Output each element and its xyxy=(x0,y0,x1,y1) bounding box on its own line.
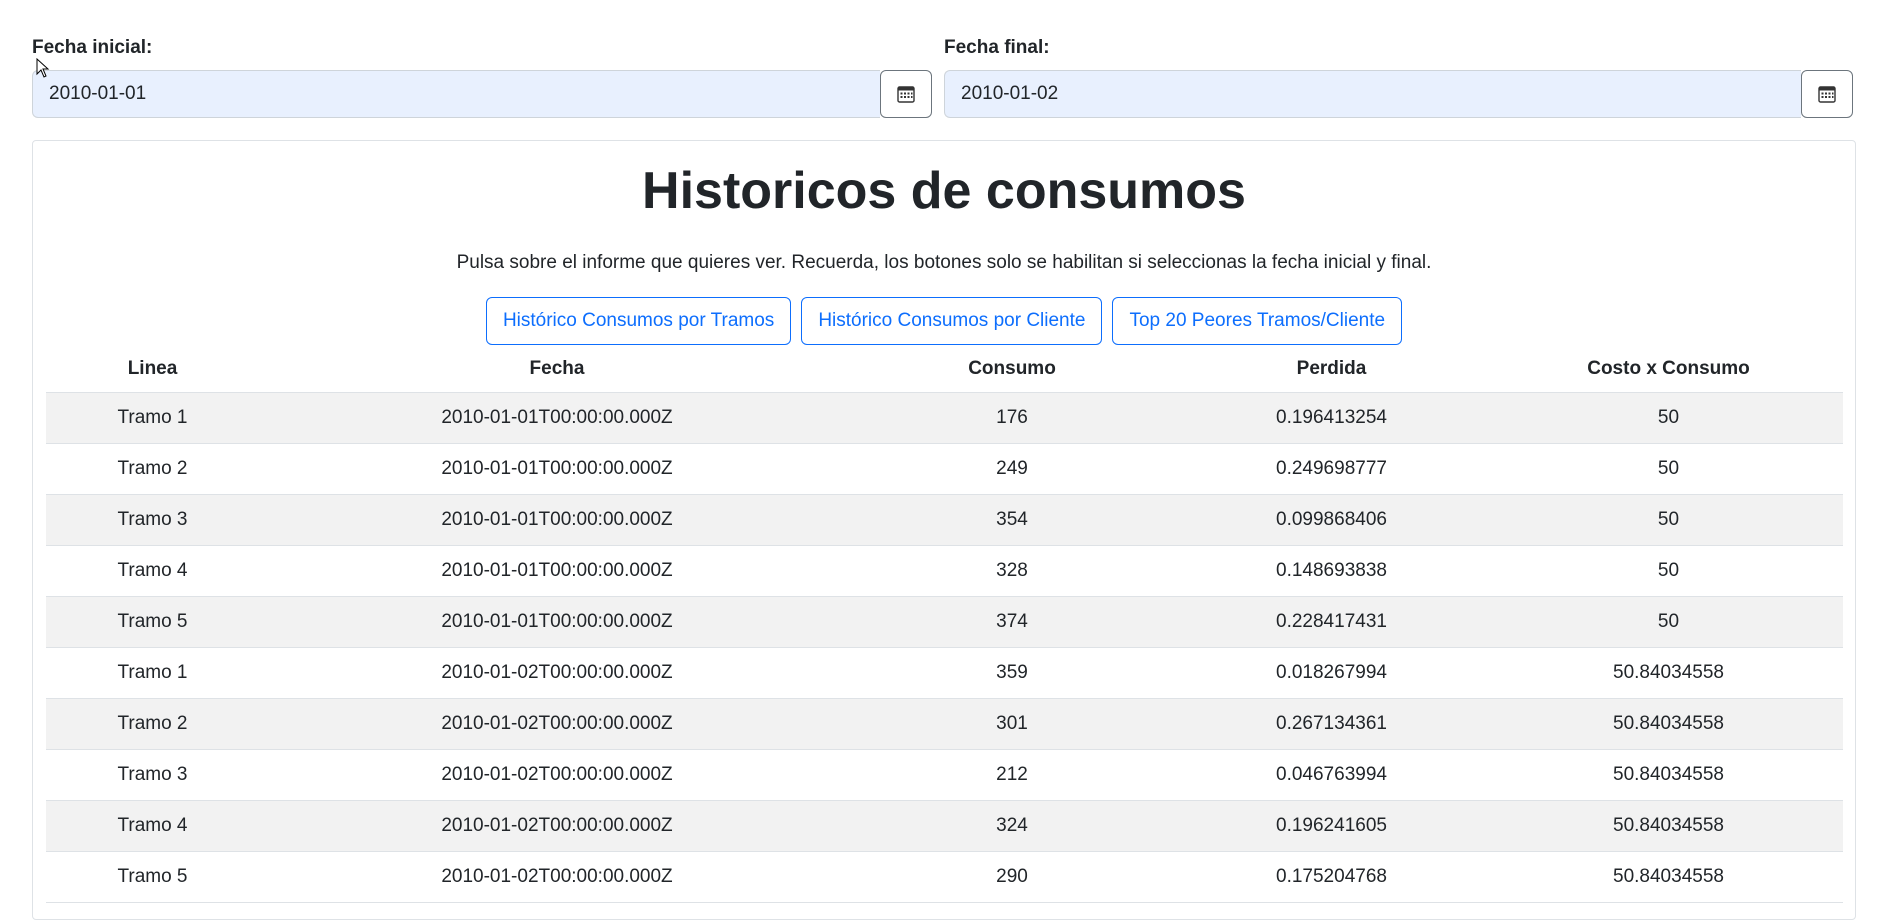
cell-consumo: 359 xyxy=(855,647,1169,699)
historico-tramos-button[interactable]: Histórico Consumos por Tramos xyxy=(485,297,792,345)
consumos-table: Linea Fecha Consumo Perdida Costo x Cons… xyxy=(46,346,1843,903)
column-header-consumo: Consumo xyxy=(855,346,1169,393)
cell-consumo: 374 xyxy=(855,596,1169,648)
end-date-calendar-button[interactable] xyxy=(1801,70,1853,118)
cell-perdida: 0.228417431 xyxy=(1169,596,1494,648)
cell-fecha: 2010-01-01T00:00:00.000Z xyxy=(259,443,855,495)
start-date-calendar-button[interactable] xyxy=(880,70,932,118)
cell-costo: 50.84034558 xyxy=(1494,647,1843,699)
cell-costo: 50 xyxy=(1494,392,1843,444)
start-date-label: Fecha inicial: xyxy=(32,37,153,58)
top20-button[interactable]: Top 20 Peores Tramos/Cliente xyxy=(1112,297,1403,345)
table-row: Tramo 1 2010-01-01T00:00:00.000Z 176 0.1… xyxy=(46,392,1843,444)
start-date-row: 2010-01-01 xyxy=(32,70,932,118)
cell-linea: Tramo 1 xyxy=(46,647,259,699)
cell-costo: 50.84034558 xyxy=(1494,800,1843,852)
end-date-input[interactable]: 2010-01-02 xyxy=(944,70,1801,118)
table-row: Tramo 3 2010-01-02T00:00:00.000Z 212 0.0… xyxy=(46,749,1843,801)
cell-linea: Tramo 2 xyxy=(46,443,259,495)
page-title: Historicos de consumos xyxy=(642,162,1246,220)
cell-consumo: 301 xyxy=(855,698,1169,750)
cell-costo: 50 xyxy=(1494,545,1843,597)
start-date-input[interactable]: 2010-01-01 xyxy=(32,70,880,118)
table-row: Tramo 3 2010-01-01T00:00:00.000Z 354 0.0… xyxy=(46,494,1843,546)
cell-consumo: 324 xyxy=(855,800,1169,852)
cell-linea: Tramo 5 xyxy=(46,596,259,648)
cell-perdida: 0.249698777 xyxy=(1169,443,1494,495)
report-buttons: Histórico Consumos por Tramos Histórico … xyxy=(33,297,1855,345)
cell-perdida: 0.267134361 xyxy=(1169,698,1494,750)
calendar-icon xyxy=(897,86,915,103)
cell-costo: 50.84034558 xyxy=(1494,851,1843,903)
cell-consumo: 176 xyxy=(855,392,1169,444)
cell-linea: Tramo 4 xyxy=(46,800,259,852)
table-row: Tramo 5 2010-01-02T00:00:00.000Z 290 0.1… xyxy=(46,851,1843,903)
mouse-pointer-icon xyxy=(36,58,50,78)
table-row: Tramo 4 2010-01-02T00:00:00.000Z 324 0.1… xyxy=(46,800,1843,852)
cell-perdida: 0.196241605 xyxy=(1169,800,1494,852)
cell-linea: Tramo 4 xyxy=(46,545,259,597)
end-date-row: 2010-01-02 xyxy=(944,70,1853,118)
cell-linea: Tramo 1 xyxy=(46,392,259,444)
cell-perdida: 0.175204768 xyxy=(1169,851,1494,903)
cell-fecha: 2010-01-01T00:00:00.000Z xyxy=(259,494,855,546)
cell-consumo: 290 xyxy=(855,851,1169,903)
cell-costo: 50.84034558 xyxy=(1494,749,1843,801)
column-header-perdida: Perdida xyxy=(1169,346,1494,393)
cell-costo: 50 xyxy=(1494,443,1843,495)
cell-perdida: 0.196413254 xyxy=(1169,392,1494,444)
cell-perdida: 0.099868406 xyxy=(1169,494,1494,546)
cell-consumo: 249 xyxy=(855,443,1169,495)
cell-linea: Tramo 2 xyxy=(46,698,259,750)
cell-fecha: 2010-01-02T00:00:00.000Z xyxy=(259,698,855,750)
cell-consumo: 328 xyxy=(855,545,1169,597)
column-header-costo: Costo x Consumo xyxy=(1494,346,1843,393)
report-card: Historicos de consumos Pulsa sobre el in… xyxy=(32,140,1856,920)
column-header-linea: Linea xyxy=(46,346,259,393)
calendar-icon xyxy=(1818,86,1836,103)
cell-costo: 50 xyxy=(1494,494,1843,546)
table-row: Tramo 2 2010-01-02T00:00:00.000Z 301 0.2… xyxy=(46,698,1843,750)
cell-consumo: 354 xyxy=(855,494,1169,546)
table-row: Tramo 5 2010-01-01T00:00:00.000Z 374 0.2… xyxy=(46,596,1843,648)
instructions-text: Pulsa sobre el informe que quieres ver. … xyxy=(456,252,1432,273)
cell-perdida: 0.018267994 xyxy=(1169,647,1494,699)
cell-linea: Tramo 3 xyxy=(46,749,259,801)
start-date-group: Fecha inicial: 2010-01-01 xyxy=(32,36,932,118)
cell-fecha: 2010-01-02T00:00:00.000Z xyxy=(259,749,855,801)
end-date-group: Fecha final: 2010-01-02 xyxy=(944,36,1853,118)
cell-fecha: 2010-01-02T00:00:00.000Z xyxy=(259,647,855,699)
cell-perdida: 0.046763994 xyxy=(1169,749,1494,801)
cell-costo: 50 xyxy=(1494,596,1843,648)
historico-cliente-button[interactable]: Histórico Consumos por Cliente xyxy=(801,297,1103,345)
column-header-fecha: Fecha xyxy=(259,346,855,393)
cell-perdida: 0.148693838 xyxy=(1169,545,1494,597)
table-row: Tramo 1 2010-01-02T00:00:00.000Z 359 0.0… xyxy=(46,647,1843,699)
cell-fecha: 2010-01-01T00:00:00.000Z xyxy=(259,596,855,648)
cell-linea: Tramo 3 xyxy=(46,494,259,546)
table-row: Tramo 2 2010-01-01T00:00:00.000Z 249 0.2… xyxy=(46,443,1843,495)
cell-fecha: 2010-01-01T00:00:00.000Z xyxy=(259,392,855,444)
table-row: Tramo 4 2010-01-01T00:00:00.000Z 328 0.1… xyxy=(46,545,1843,597)
date-filters: Fecha inicial: 2010-01-01 Fecha final: 2… xyxy=(32,36,1853,118)
cell-fecha: 2010-01-02T00:00:00.000Z xyxy=(259,851,855,903)
table-header-row: Linea Fecha Consumo Perdida Costo x Cons… xyxy=(46,346,1843,393)
cell-fecha: 2010-01-01T00:00:00.000Z xyxy=(259,545,855,597)
cell-consumo: 212 xyxy=(855,749,1169,801)
cell-linea: Tramo 5 xyxy=(46,851,259,903)
end-date-label: Fecha final: xyxy=(944,37,1050,58)
cell-fecha: 2010-01-02T00:00:00.000Z xyxy=(259,800,855,852)
cell-costo: 50.84034558 xyxy=(1494,698,1843,750)
